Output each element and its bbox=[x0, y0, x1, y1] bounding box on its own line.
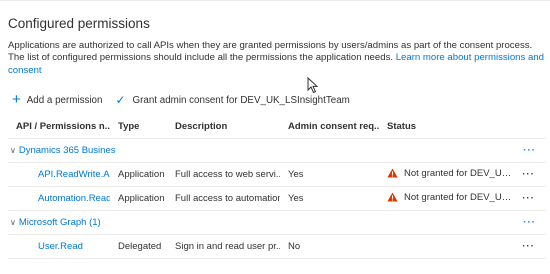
description-cell: Sign in and read user pr... bbox=[167, 234, 280, 259]
permission-name-cell: API.ReadWrite.All bbox=[8, 162, 110, 187]
admin-consent-cell: Yes bbox=[280, 186, 379, 211]
chevron-down-icon[interactable]: ∨ bbox=[10, 146, 16, 155]
column-header-status[interactable]: Status bbox=[379, 114, 511, 139]
group-label[interactable]: Dynamics 365 Busines bbox=[19, 145, 116, 156]
more-options-icon[interactable]: ··· bbox=[511, 186, 546, 211]
plus-icon: + bbox=[12, 91, 21, 108]
permission-link[interactable]: User.Read bbox=[16, 241, 110, 252]
column-header-actions bbox=[511, 114, 546, 139]
group-row-dynamics[interactable]: ∨ Dynamics 365 Busines ··· bbox=[8, 138, 546, 163]
warning-icon bbox=[387, 168, 398, 178]
column-header-api[interactable]: API / Permissions n... bbox=[8, 114, 110, 139]
chevron-down-icon[interactable]: ∨ bbox=[10, 218, 16, 227]
permission-name-cell: User.Read bbox=[8, 234, 110, 259]
group-row-microsoft-graph[interactable]: ∨ Microsoft Graph (1) ··· bbox=[8, 210, 546, 235]
add-permission-label: Add a permission bbox=[26, 94, 103, 106]
status-cell: Not granted for DEV_UK_... bbox=[379, 162, 511, 187]
column-header-type[interactable]: Type bbox=[110, 114, 167, 139]
column-header-description[interactable]: Description bbox=[167, 114, 280, 139]
warning-icon bbox=[387, 192, 398, 202]
permissions-table: API / Permissions n... Type Description … bbox=[8, 114, 546, 259]
table-row: API.ReadWrite.All Application Full acces… bbox=[8, 162, 546, 187]
more-options-icon[interactable]: ··· bbox=[511, 162, 546, 187]
description-cell: Full access to web servi... bbox=[167, 162, 280, 187]
type-cell: Application bbox=[110, 162, 167, 187]
permission-name-cell: Automation.ReadV bbox=[8, 186, 110, 211]
more-options-icon[interactable]: ··· bbox=[511, 210, 546, 235]
group-cell[interactable]: ∨ Dynamics 365 Busines bbox=[8, 138, 511, 163]
status-text: Not granted for DEV_UK_... bbox=[404, 191, 511, 203]
grant-admin-consent-label: Grant admin consent for DEV_UK_LSInsight… bbox=[132, 94, 350, 106]
permission-link[interactable]: API.ReadWrite.All bbox=[16, 169, 110, 180]
admin-consent-cell: No bbox=[280, 234, 379, 259]
section-title: Configured permissions bbox=[8, 16, 150, 31]
description-cell: Full access to automation bbox=[167, 186, 280, 211]
add-permission-button[interactable]: + Add a permission bbox=[12, 92, 102, 108]
permission-link[interactable]: Automation.ReadV bbox=[16, 193, 110, 204]
group-label[interactable]: Microsoft Graph (1) bbox=[19, 217, 101, 228]
admin-consent-cell: Yes bbox=[280, 162, 379, 187]
status-badge: Not granted for DEV_UK_... bbox=[387, 168, 511, 179]
table-row: User.Read Delegated Sign in and read use… bbox=[8, 234, 546, 259]
more-options-icon[interactable]: ··· bbox=[511, 234, 546, 259]
status-cell bbox=[379, 234, 511, 259]
table-header-row: API / Permissions n... Type Description … bbox=[8, 114, 546, 139]
checkmark-icon: ✓ bbox=[115, 93, 126, 107]
top-divider bbox=[0, 0, 550, 1]
status-cell: Not granted for DEV_UK_... bbox=[379, 186, 511, 211]
group-cell[interactable]: ∨ Microsoft Graph (1) bbox=[8, 210, 511, 235]
table-row: Automation.ReadV Application Full access… bbox=[8, 186, 546, 211]
grant-admin-consent-button[interactable]: ✓ Grant admin consent for DEV_UK_LSInsig… bbox=[115, 92, 349, 108]
column-header-admin-consent[interactable]: Admin consent req... bbox=[280, 114, 379, 139]
type-cell: Delegated bbox=[110, 234, 167, 259]
command-bar: + Add a permission ✓ Grant admin consent… bbox=[12, 92, 350, 108]
more-options-icon[interactable]: ··· bbox=[511, 138, 546, 163]
type-cell: Application bbox=[110, 186, 167, 211]
status-badge: Not granted for DEV_UK_... bbox=[387, 192, 511, 203]
status-text: Not granted for DEV_UK_... bbox=[404, 167, 511, 179]
section-description: Applications are authorized to call APIs… bbox=[8, 40, 546, 77]
